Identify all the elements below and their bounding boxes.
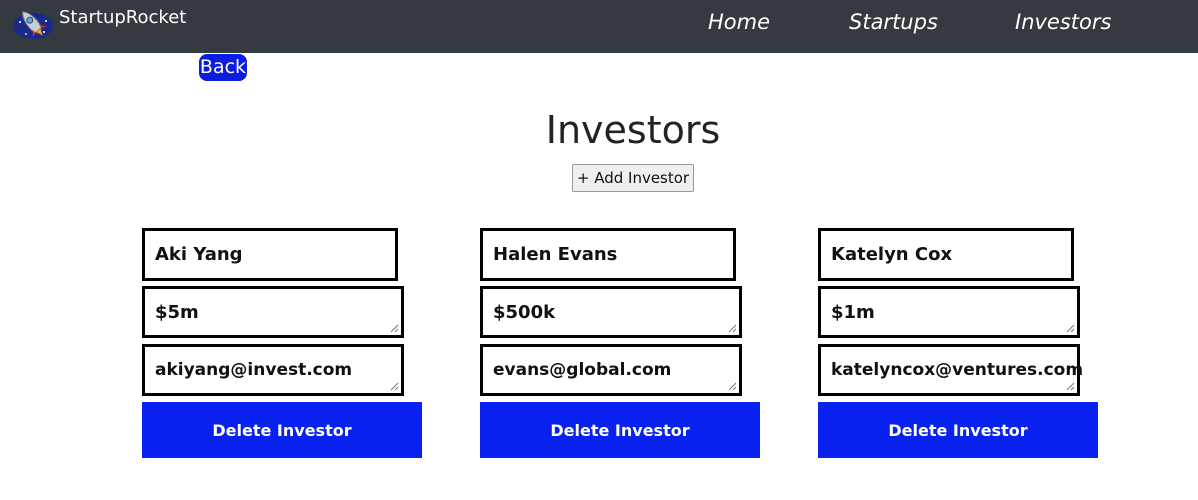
resize-grip-icon[interactable]: [1066, 324, 1075, 333]
page-title: Investors: [545, 108, 721, 152]
investor-name-field[interactable]: Aki Yang: [142, 228, 398, 281]
brand[interactable]: StartupRocket: [12, 4, 186, 40]
investor-email-value: evans@global.com: [493, 360, 672, 380]
resize-grip-icon[interactable]: [390, 382, 399, 391]
rocket-logo-icon: [13, 11, 53, 39]
investor-amount-value: $1m: [831, 301, 875, 323]
investor-email-field[interactable]: evans@global.com: [480, 344, 742, 396]
back-button[interactable]: Back: [199, 54, 247, 81]
investor-name-value: Halen Evans: [493, 244, 618, 265]
investor-amount-field[interactable]: $1m: [818, 286, 1080, 338]
nav-startups[interactable]: Startups: [849, 10, 938, 34]
delete-investor-button[interactable]: Delete Investor: [818, 402, 1098, 458]
investor-amount-field[interactable]: $5m: [142, 286, 404, 338]
investor-email-field[interactable]: akiyang@invest.com: [142, 344, 404, 396]
investor-email-field[interactable]: katelyncox@ventures.com: [818, 344, 1084, 396]
resize-grip-icon[interactable]: [390, 324, 399, 333]
investor-email-value: katelyncox@ventures.com: [831, 360, 1084, 380]
nav-investors[interactable]: Investors: [1015, 10, 1111, 34]
investor-amount-value: $500k: [493, 301, 556, 323]
delete-investor-button[interactable]: Delete Investor: [142, 402, 422, 458]
resize-grip-icon[interactable]: [1066, 382, 1075, 391]
brand-name: StartupRocket: [59, 7, 187, 28]
nav-home[interactable]: Home: [708, 10, 770, 34]
investor-amount-field[interactable]: $500k: [480, 286, 742, 338]
resize-grip-icon[interactable]: [728, 324, 737, 333]
resize-grip-icon[interactable]: [728, 382, 737, 391]
investor-name-value: Aki Yang: [155, 244, 243, 265]
investor-name-value: Katelyn Cox: [831, 244, 953, 265]
investor-name-field[interactable]: Katelyn Cox: [818, 228, 1074, 281]
navbar: StartupRocket Home Startups Investors: [0, 0, 1198, 53]
add-investor-button[interactable]: + Add Investor: [572, 164, 694, 192]
delete-investor-button[interactable]: Delete Investor: [480, 402, 760, 458]
investor-email-value: akiyang@invest.com: [155, 360, 353, 380]
investor-amount-value: $5m: [155, 301, 199, 323]
investor-name-field[interactable]: Halen Evans: [480, 228, 736, 281]
